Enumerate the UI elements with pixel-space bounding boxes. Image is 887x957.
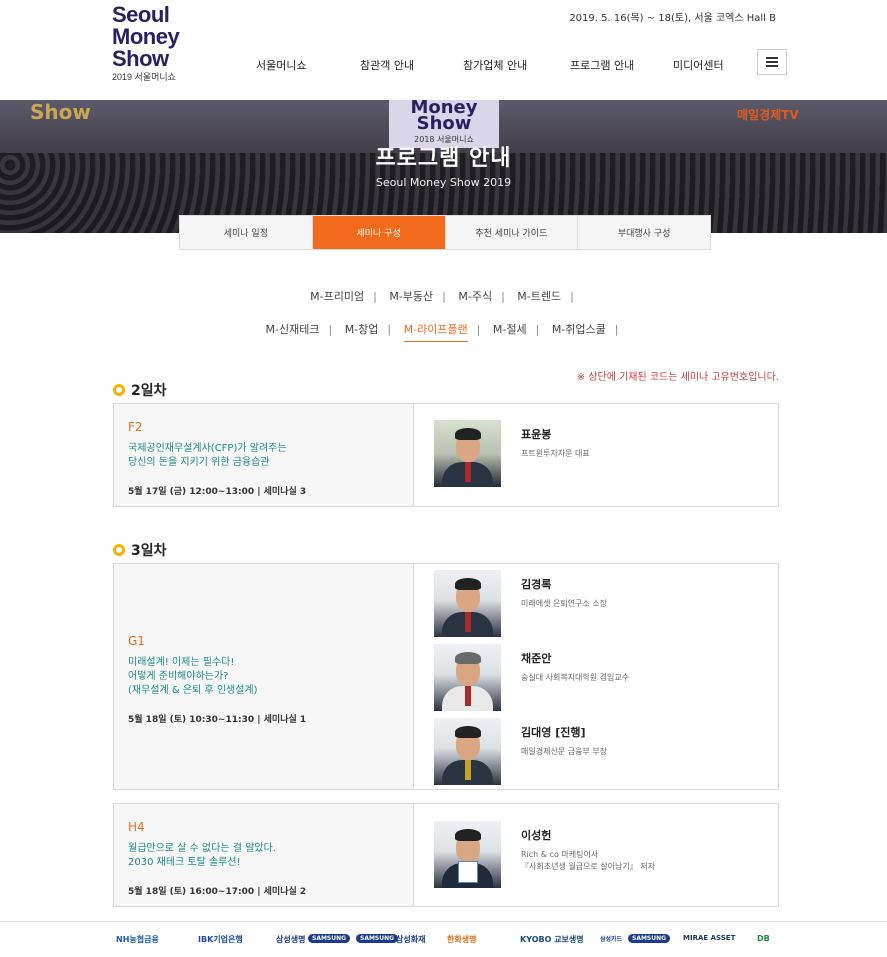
day-heading: 2일차 [113, 380, 167, 400]
category-job-school[interactable]: M-취업스쿨 [552, 321, 606, 337]
category-new-tech[interactable]: M-신재테크 [266, 321, 320, 337]
speaker-role: 매일경제신문 금융부 부장 [521, 747, 608, 756]
nav-item-program-guide[interactable]: 프로그램 안내 [570, 57, 634, 73]
sponsor-logo[interactable]: 삼성화재 [396, 934, 425, 945]
category-startup[interactable]: M-창업 [345, 321, 379, 337]
speaker-name: 채준안 [521, 652, 552, 665]
category-trend[interactable]: M-트렌드 [517, 288, 561, 304]
site-logo[interactable]: Seoul Money Show 2019 서울머니쇼 [112, 2, 180, 84]
nav-item-visitor-guide[interactable]: 참관객 안내 [360, 57, 414, 73]
session-info: H4 월급만으로 살 수 없다는 걸 알았다. 2030 재테크 토탈 솔루션!… [114, 804, 414, 906]
logo-line1: Seoul [112, 2, 170, 27]
nav-item-media-center[interactable]: 미디어센터 [673, 57, 724, 73]
category-real-estate[interactable]: M-부동산 [389, 288, 433, 304]
code-notice: ※ 상단에 기재된 코드는 세미나 고유번호입니다. [576, 372, 779, 383]
sponsor-logo[interactable]: SAMSUNG [308, 934, 351, 943]
session-time: 5월 17일 (금) 12:00~13:00 | 세미나실 3 [128, 487, 307, 497]
session-time: 5월 18일 (토) 10:30~11:30 | 세미나실 1 [128, 715, 307, 725]
hamburger-menu-icon[interactable] [757, 49, 787, 75]
separator: | [535, 323, 540, 336]
session-code: F2 [128, 420, 143, 434]
category-row-1: M-프리미엄 | M-부동산 | M-주식 | M-트렌드 | [0, 288, 887, 304]
sponsor-logo[interactable]: DB [757, 934, 770, 943]
bullet-icon [113, 544, 125, 556]
separator: | [328, 323, 333, 336]
session-time: 5월 18일 (토) 16:00~17:00 | 세미나실 2 [128, 887, 307, 897]
speaker: 이성헌 Rich & co 마케팅이사 『사회초년생 월급으로 살아남기』 저자 [434, 821, 774, 888]
separator: | [614, 323, 619, 336]
category-tax[interactable]: M-절세 [493, 321, 527, 337]
nav-item-seoul-money-show[interactable]: 서울머니쇼 [256, 57, 307, 73]
screen-line2: Show [416, 113, 472, 134]
speaker-role: 미래에셋 은퇴연구소 소장 [521, 599, 608, 608]
page-subtitle: Seoul Money Show 2019 [375, 176, 512, 189]
tab-seminar-schedule[interactable]: 세미나 일정 [180, 216, 313, 249]
session-card: G1 미래설계! 이제는 필수다! 어떻게 준비해야하는가? (재무설계 & 은… [113, 563, 779, 790]
bullet-icon [113, 384, 125, 396]
tab-side-events[interactable]: 부대행사 구성 [578, 216, 710, 249]
right-sign: 매일경제TV [737, 108, 799, 122]
sponsor-logo[interactable]: KYOBO 교보생명 [520, 934, 584, 945]
separator: | [442, 290, 446, 303]
sponsor-logo[interactable]: NH농협금융 [116, 934, 159, 945]
category-row-2: M-신재테크 | M-창업 | M-라이프플랜 | M-절세 | M-취업스쿨 | [0, 321, 887, 342]
sponsor-logo[interactable]: 한화생명 [447, 934, 476, 945]
separator: | [476, 323, 481, 336]
logo-line2: Money [112, 24, 180, 49]
program-tabs: 세미나 일정 세미나 구성 추천 세미나 가이드 부대행사 구성 [179, 215, 711, 250]
separator: | [570, 290, 574, 303]
separator: | [387, 323, 392, 336]
speaker-photo [434, 718, 501, 785]
page-title: 프로그램 안내 [375, 146, 512, 171]
category-premium[interactable]: M-프리미엄 [310, 288, 364, 304]
hero-banner: Show Money Show 2018 서울머니쇼 매일경제TV 프로그램 안… [0, 100, 887, 233]
speaker-photo [434, 821, 501, 888]
tab-recommended-guide[interactable]: 추천 세미나 가이드 [446, 216, 579, 249]
speaker-photo [434, 644, 501, 711]
category-stock[interactable]: M-주식 [458, 288, 492, 304]
speaker-name: 김경록 [521, 578, 552, 591]
sponsor-footer: NH농협금융 IBK기업은행 삼성생명 SAMSUNG SAMSUNG 삼성화재… [0, 921, 887, 957]
separator: | [501, 290, 505, 303]
speaker-name: 김대영 [진행] [521, 726, 586, 739]
session-info: G1 미래설계! 이제는 필수다! 어떻게 준비해야하는가? (재무설계 & 은… [114, 564, 414, 789]
speaker-name: 표윤봉 [521, 428, 552, 441]
session-code: H4 [128, 820, 145, 834]
speaker: 김대영 [진행] 매일경제신문 금융부 부장 [434, 718, 774, 785]
speaker: 채준안 숭실대 사회복지대학원 겸임교수 [434, 644, 774, 711]
nav-item-exhibitor-guide[interactable]: 참가업체 안내 [463, 57, 527, 73]
day-label: 3일차 [131, 543, 167, 559]
separator: | [373, 290, 377, 303]
event-date: 2019. 5. 16(목) ~ 18(토), 서울 코엑스 Hall B [569, 13, 776, 24]
speaker-role: 숭실대 사회복지대학원 겸임교수 [521, 673, 630, 682]
day-heading: 3일차 [113, 540, 167, 560]
speaker-role: 프트윈투자자문 대표 [521, 449, 590, 458]
speaker: 김경록 미래에셋 은퇴연구소 소장 [434, 570, 774, 637]
sponsor-logo[interactable]: MIRAE ASSET [683, 934, 735, 942]
speaker-photo [434, 420, 501, 487]
session-card: F2 국제공인재무설계사(CFP)가 알려주는 당신의 돈을 지키기 위한 금융… [113, 403, 779, 507]
sponsor-logo[interactable]: IBK기업은행 [198, 934, 243, 945]
session-title[interactable]: 미래설계! 이제는 필수다! 어떻게 준비해야하는가? (재무설계 & 은퇴 후… [128, 656, 399, 698]
logo-subtitle: 2019 서울머니쇼 [112, 72, 176, 82]
left-sign: Show [30, 100, 91, 124]
day-label: 2일차 [131, 383, 167, 399]
sponsor-logo[interactable]: 삼성카드 [600, 934, 622, 943]
session-code: G1 [128, 634, 145, 648]
logo-line3: Show [112, 46, 169, 71]
session-card: H4 월급만으로 살 수 없다는 걸 알았다. 2030 재테크 토탈 솔루션!… [113, 803, 779, 907]
speaker-photo [434, 570, 501, 637]
session-title[interactable]: 월급만으로 살 수 없다는 걸 알았다. 2030 재테크 토탈 솔루션! [128, 842, 399, 870]
site-header: Seoul Money Show 2019 서울머니쇼 2019. 5. 16(… [0, 0, 887, 100]
session-title[interactable]: 국제공인재무설계사(CFP)가 알려주는 당신의 돈을 지키기 위한 금융습관 [128, 442, 399, 470]
sponsor-logo[interactable]: SAMSUNG [356, 934, 399, 943]
tab-seminar-structure[interactable]: 세미나 구성 [312, 216, 446, 249]
speaker: 표윤봉 프트윈투자자문 대표 [434, 420, 774, 487]
category-life-plan[interactable]: M-라이프플랜 [403, 321, 468, 342]
speaker-name: 이성헌 [521, 829, 552, 842]
speaker-role: Rich & co 마케팅이사 『사회초년생 월급으로 살아남기』 저자 [521, 850, 656, 871]
session-info: F2 국제공인재무설계사(CFP)가 알려주는 당신의 돈을 지키기 위한 금융… [114, 404, 414, 506]
sponsor-logo[interactable]: 삼성생명 [276, 934, 305, 945]
sponsor-logo[interactable]: SAMSUNG [628, 934, 671, 943]
